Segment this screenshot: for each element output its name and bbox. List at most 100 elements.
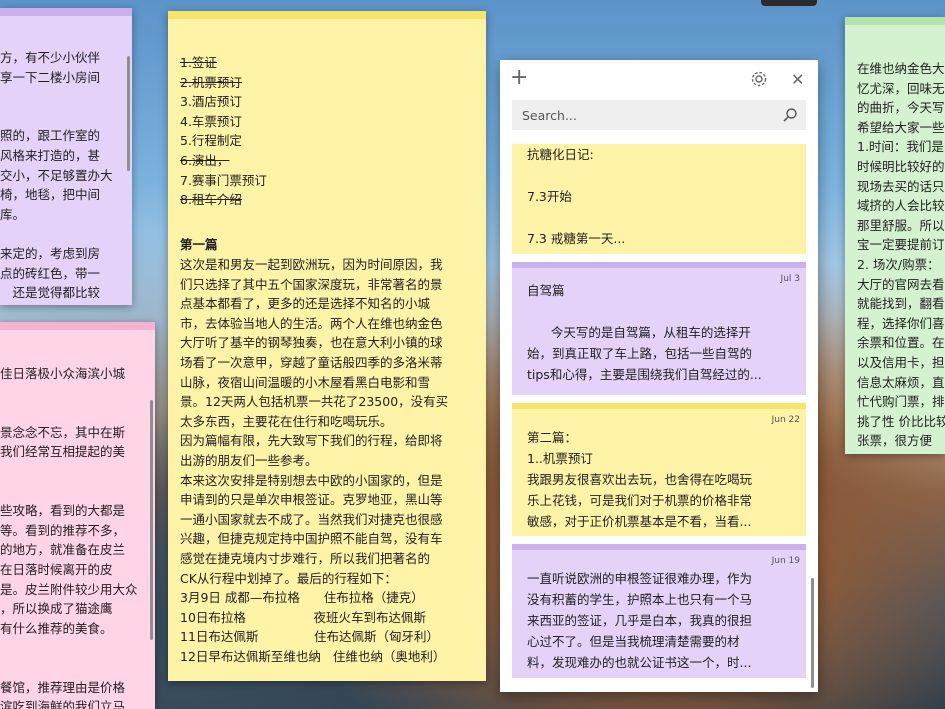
note-top-bar[interactable]: [168, 11, 486, 19]
note-line: [0, 403, 138, 423]
note-line: 市，去体验当地人的生活。两个人在维也纳金色: [180, 315, 443, 331]
note-line: 因为篇幅有限，先大致写下我们的行程，给即将: [180, 433, 443, 449]
note-line: 些攻略，看到的大都是: [0, 503, 126, 519]
note-card[interactable]: Jun 19 一直听说欧洲的申根签证很难办理，作为 没有积蓄的学生，护照本上也只…: [512, 544, 806, 678]
note-line: [0, 384, 138, 404]
note-line: 以及信用卡，担: [857, 354, 945, 370]
note-line: 出游的朋友们一些参考。: [180, 452, 318, 468]
note-line: [0, 107, 113, 127]
checklist-item: 4.车票预订: [180, 113, 242, 129]
checklist-item: 8.租车介绍: [180, 192, 242, 208]
note-line: 忙代购门票，排: [857, 394, 945, 410]
note-line: 10日布拉格 夜班火车到布达佩斯: [180, 609, 426, 625]
sticky-note-green-right[interactable]: 在维也纳金色大 忆尤深，回味无 的曲折，今天写 希望给大家一些 1.时间：我们是 时候明比…: [845, 17, 945, 454]
note-line: CK从行程中划掉了。最后的行程如下：: [180, 570, 397, 586]
note-line: 感觉在捷克境内寸步难行，所以我们把著名的: [180, 550, 431, 566]
note-line: 3月9日 成都—布拉格 住布拉格（捷克）: [180, 590, 424, 606]
note-line: 忆尤深，回味无: [857, 80, 945, 96]
note-line: 挑了性 价比比较: [857, 413, 945, 429]
note-content[interactable]: 在维也纳金色大 忆尤深，回味无 的曲折，今天写 希望给大家一些 1.时间：我们是 时候明比…: [857, 59, 945, 451]
note-card-text: 一直听说欧洲的申根签证很难办理，作为 没有积蓄的学生，护照本上也只有一个马 来西…: [527, 571, 753, 670]
note-line: 滨吃到海鲜的我们立马: [0, 699, 126, 709]
note-line: 程，选择你们喜: [857, 315, 945, 331]
checklist-item: 5.行程制定: [180, 133, 242, 149]
note-line: 11日布达佩斯 住布达佩斯（匈牙利）: [180, 629, 440, 645]
note-card[interactable]: Jun 22 第二篇： 1..机票预订 我跟男友很喜欢出去玩，也舍得在吃喝玩 乐…: [512, 403, 806, 536]
note-line: 一通小国家就去不成了。当然我们对捷克也很感: [180, 511, 443, 527]
note-top-bar[interactable]: [0, 322, 155, 330]
note-line: 山脉，夜宿山间温暖的小木屋看黑白电影和雪: [180, 374, 431, 390]
note-line: [0, 638, 138, 658]
checklist: 1.签证 2.机票预订 3.酒店预订 4.车票预订 5.行程制定 6.演出， 7.赛事门票预…: [180, 53, 267, 210]
note-line: 景。12天两人包括机票一共花了23500，没有买: [180, 394, 449, 410]
note-line: 本来这次安排是特别想去中欧的小国家的，但是: [180, 472, 443, 488]
new-note-button[interactable]: +: [510, 67, 528, 89]
note-card[interactable]: 抗糖化日记: 7.3开始 7.3 戒糖第一天...: [512, 144, 806, 254]
note-line: [0, 87, 113, 107]
note-line: 照的，跟工作室的: [0, 128, 101, 144]
note-line: [0, 462, 138, 482]
note-line: 这次是和男友一起到欧洲玩，因为时间原因，我: [180, 257, 443, 272]
note-line: 椅，地毯，把中间: [0, 187, 101, 203]
sticky-note-pink-bottom-left[interactable]: 佳日落极小众海滨小城 景念念不忘，其中在斯 我们经常互相提起的美 些攻略，看到的大…: [0, 322, 155, 709]
note-line: 现场去买的话只: [857, 178, 945, 194]
note-card-text: 第二篇： 1..机票预订 我跟男友很喜欢出去玩，也舍得在吃喝玩 乐上花钱，可是我…: [527, 430, 753, 529]
note-line: 点的砖红色，带一: [0, 265, 101, 281]
note-line: 来定的，考虑到房: [0, 245, 101, 261]
note-content[interactable]: 这次是和男友一起到欧洲玩，因为时间原因，我 们只选择了其中五个国家深度玩，非常著名…: [180, 255, 448, 666]
note-scrollbar[interactable]: [127, 56, 130, 171]
notes-list-panel: + ✕ 抗糖化日记: 7.3开始 7.3 戒糖第一天... Jul 3 自驾篇 …: [500, 60, 818, 692]
search-icon[interactable]: [782, 107, 798, 127]
note-top-bar[interactable]: [845, 17, 945, 25]
window-edge: [761, 0, 817, 6]
note-line: 时候明比较好的: [857, 158, 945, 174]
note-scrollbar[interactable]: [150, 400, 153, 640]
note-line: [0, 658, 138, 678]
checklist-item: 1.签证: [180, 55, 217, 70]
list-scrollbar[interactable]: [811, 578, 814, 688]
note-line: 点基本都看了，更多的还是选择不知名的小城: [180, 296, 431, 312]
note-line: 有什么推荐的美食。: [0, 620, 113, 636]
note-line: 还是觉得都比较: [0, 285, 101, 301]
note-line: 申请到的只是单次申根签证。克罗地亚，黑山等: [180, 492, 443, 508]
note-line: [0, 224, 113, 244]
note-line: 我们经常互相提起的美: [0, 444, 126, 460]
note-line: 享一下二楼小房间: [0, 69, 101, 85]
note-line: 景念念不忘，其中在斯: [0, 424, 126, 440]
checklist-item: 3.酒店预订: [180, 94, 242, 110]
note-line: 域挤的人会比较: [857, 198, 945, 214]
search-input[interactable]: [512, 100, 762, 130]
search-box[interactable]: [512, 100, 806, 130]
note-line: 希望给大家一些: [857, 119, 945, 135]
sticky-note-yellow-main[interactable]: 1.签证 2.机票预订 3.酒店预订 4.车票预订 5.行程制定 6.演出， 7.赛事门票预…: [168, 11, 486, 681]
note-card-date: Jun 19: [771, 556, 800, 566]
note-line: 宝一定要提前订: [857, 237, 945, 253]
note-line: 2. 场次/购票：: [857, 256, 940, 272]
note-content[interactable]: 方，有不少小伙伴 享一下二楼小房间 照的，跟工作室的 风格来打造的，甚 交小，不足够置…: [0, 48, 113, 303]
note-line: 餐馆，推荐理由是价格: [0, 679, 126, 695]
note-content[interactable]: 佳日落极小众海滨小城 景念念不忘，其中在斯 我们经常互相提起的美 些攻略，看到的大…: [0, 364, 138, 709]
note-line: 是。皮兰附件较少用大众: [0, 581, 138, 597]
note-card-color-bar: [512, 262, 806, 268]
note-top-bar[interactable]: [0, 8, 132, 16]
note-line: 兴趣，但捷克规定持中国护照不能自驾，没有车: [180, 531, 443, 547]
note-line: 等。看到的推荐不多，: [0, 522, 126, 538]
note-line: 信息太麻烦，直: [857, 374, 945, 390]
note-line: [0, 482, 138, 502]
note-line: 大厅的官网去看: [857, 276, 945, 292]
note-line: 就能找到，翻看: [857, 296, 945, 312]
note-card[interactable]: Jul 3 自驾篇 今天写的是自驾篇，从租车的选择开 始，到真正取了车上路，包括…: [512, 262, 806, 395]
close-button[interactable]: ✕: [791, 70, 804, 90]
note-line: 余票和位置。在: [857, 335, 945, 351]
sticky-note-purple-top-left[interactable]: 方，有不少小伙伴 享一下二楼小房间 照的，跟工作室的 风格来打造的，甚 交小，不足够置…: [0, 8, 132, 305]
note-card-date: Jun 22: [771, 415, 800, 425]
note-line: 们只选择了其中五个国家深度玩，非常著名的景: [180, 276, 443, 292]
checklist-item: 7.赛事门票预订: [180, 172, 267, 188]
note-heading: 第一篇: [180, 237, 218, 252]
gear-icon[interactable]: [750, 70, 768, 93]
note-line: 12日早布达佩斯至维也纳 住维也纳（奥地利）: [180, 648, 446, 664]
note-card-color-bar: [512, 403, 806, 409]
note-line: 场看了一次意甲，穿越了童话般四季的多洛米蒂: [180, 354, 443, 370]
checklist-item: 2.机票预订: [180, 74, 242, 90]
note-card-color-bar: [512, 544, 806, 550]
